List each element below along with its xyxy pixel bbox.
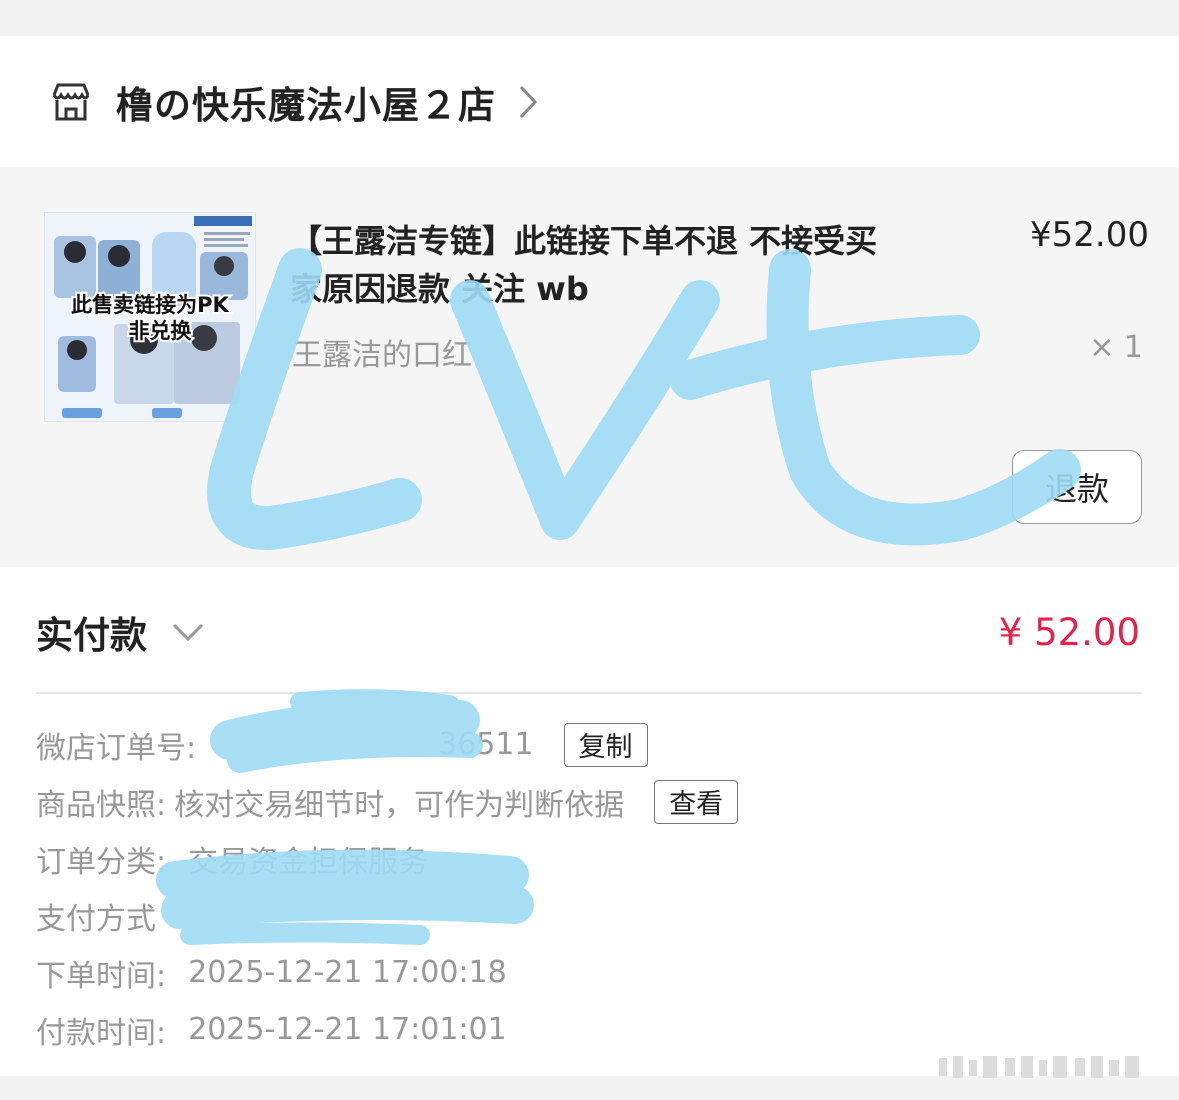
pay-time-value: 2025-12-21 17:01:01	[188, 1012, 507, 1047]
category-row: 订单分类: 交易资金担保服务	[36, 830, 1142, 887]
product-sku: 王露洁的口红	[292, 338, 472, 373]
order-time-row: 下单时间: 2025-12-21 17:00:18	[36, 944, 1142, 1001]
product-thumbnail[interactable]: 此售卖链接为PK 非兑换	[44, 212, 256, 422]
order-time-value: 2025-12-21 17:00:18	[188, 955, 507, 990]
view-snapshot-button[interactable]: 查看	[654, 779, 739, 824]
order-number-value: 36511	[438, 727, 534, 762]
store-icon	[48, 79, 94, 125]
top-spacer	[0, 0, 1179, 36]
pay-time-label: 付款时间:	[36, 1015, 167, 1051]
chevron-down-icon[interactable]	[171, 620, 205, 644]
order-time-label: 下单时间:	[36, 958, 167, 994]
order-details: 微店订单号: 36511 复制 商品快照: 核对交易细节时，可作为判断依据 查看…	[36, 716, 1142, 1058]
copy-button[interactable]: 复制	[563, 722, 648, 767]
shop-header[interactable]: 橹の快乐魔法小屋２店	[48, 62, 544, 142]
order-number-label: 微店订单号:	[36, 730, 197, 766]
product-price: ¥52.00	[1030, 215, 1149, 255]
category-label: 订单分类:	[36, 844, 167, 880]
pay-time-row: 付款时间: 2025-12-21 17:01:01	[36, 1001, 1142, 1058]
snapshot-value: 核对交易细节时，可作为判断依据	[174, 787, 625, 823]
paid-label: 实付款	[36, 614, 147, 657]
thumbnail-caption-line2: 非兑换	[129, 319, 193, 343]
category-value: 交易资金担保服务	[188, 844, 429, 880]
product-title: 【王露洁专链】此链接下单不退 不接受买家原因退款 关注 wb	[290, 222, 878, 308]
chevron-right-icon	[518, 82, 544, 122]
divider	[36, 692, 1142, 694]
shop-name: 橹の快乐魔法小屋２店	[116, 84, 496, 127]
thumbnail-caption-line1: 此售卖链接为PK	[71, 293, 229, 317]
order-number-row: 微店订单号: 36511 复制	[36, 716, 1142, 773]
refund-button[interactable]: 退款	[1012, 450, 1142, 524]
watermark	[939, 1056, 1139, 1078]
paid-amount-row[interactable]: 实付款 ¥ 52.00	[36, 600, 1142, 664]
snapshot-label: 商品快照:	[36, 787, 167, 823]
payment-method-label: 支付方式	[36, 901, 156, 937]
snapshot-row: 商品快照: 核对交易细节时，可作为判断依据 查看	[36, 773, 1142, 830]
payment-method-row: 支付方式	[36, 887, 1142, 944]
paid-amount: ¥ 52.00	[998, 610, 1140, 654]
product-quantity: × 1	[1089, 330, 1143, 365]
